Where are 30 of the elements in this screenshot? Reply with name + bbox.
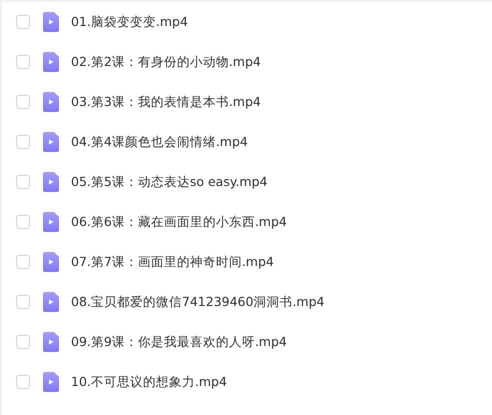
file-name[interactable]: 04.第4课颜色也会闹情绪.mp4 (71, 134, 248, 150)
file-name[interactable]: 02.第2课：有身份的小动物.mp4 (71, 54, 261, 70)
checkbox[interactable] (16, 375, 30, 389)
video-file-icon (43, 132, 59, 152)
file-name[interactable]: 03.第3课：我的表情是本书.mp4 (71, 94, 261, 110)
checkbox[interactable] (16, 55, 30, 69)
video-file-icon (43, 172, 59, 192)
video-file-icon (43, 292, 59, 312)
file-name[interactable]: 10.不可思议的想象力.mp4 (71, 374, 227, 390)
file-name[interactable]: 07.第7课：画面里的神奇时间.mp4 (71, 254, 274, 270)
checkbox[interactable] (16, 135, 30, 149)
checkbox[interactable] (16, 295, 30, 309)
video-file-icon (43, 252, 59, 272)
checkbox[interactable] (16, 335, 30, 349)
checkbox[interactable] (16, 15, 30, 29)
video-file-icon (43, 52, 59, 72)
checkbox[interactable] (16, 215, 30, 229)
file-name[interactable]: 08.宝贝都爱的微信741239460洞洞书.mp4 (71, 294, 324, 310)
video-file-icon (43, 372, 59, 392)
file-name[interactable]: 05.第5课：动态表达so easy.mp4 (71, 174, 268, 190)
checkbox[interactable] (16, 255, 30, 269)
checkbox[interactable] (16, 175, 30, 189)
file-name[interactable]: 09.第9课：你是我最喜欢的人呀.mp4 (71, 334, 287, 350)
video-file-icon (43, 332, 59, 352)
video-file-icon (43, 12, 59, 32)
file-name[interactable]: 06.第6课：藏在画面里的小东西.mp4 (71, 214, 287, 230)
video-file-icon (43, 92, 59, 112)
video-file-icon (43, 212, 59, 232)
file-name[interactable]: 01.脑袋变变变.mp4 (71, 14, 188, 30)
checkbox[interactable] (16, 95, 30, 109)
